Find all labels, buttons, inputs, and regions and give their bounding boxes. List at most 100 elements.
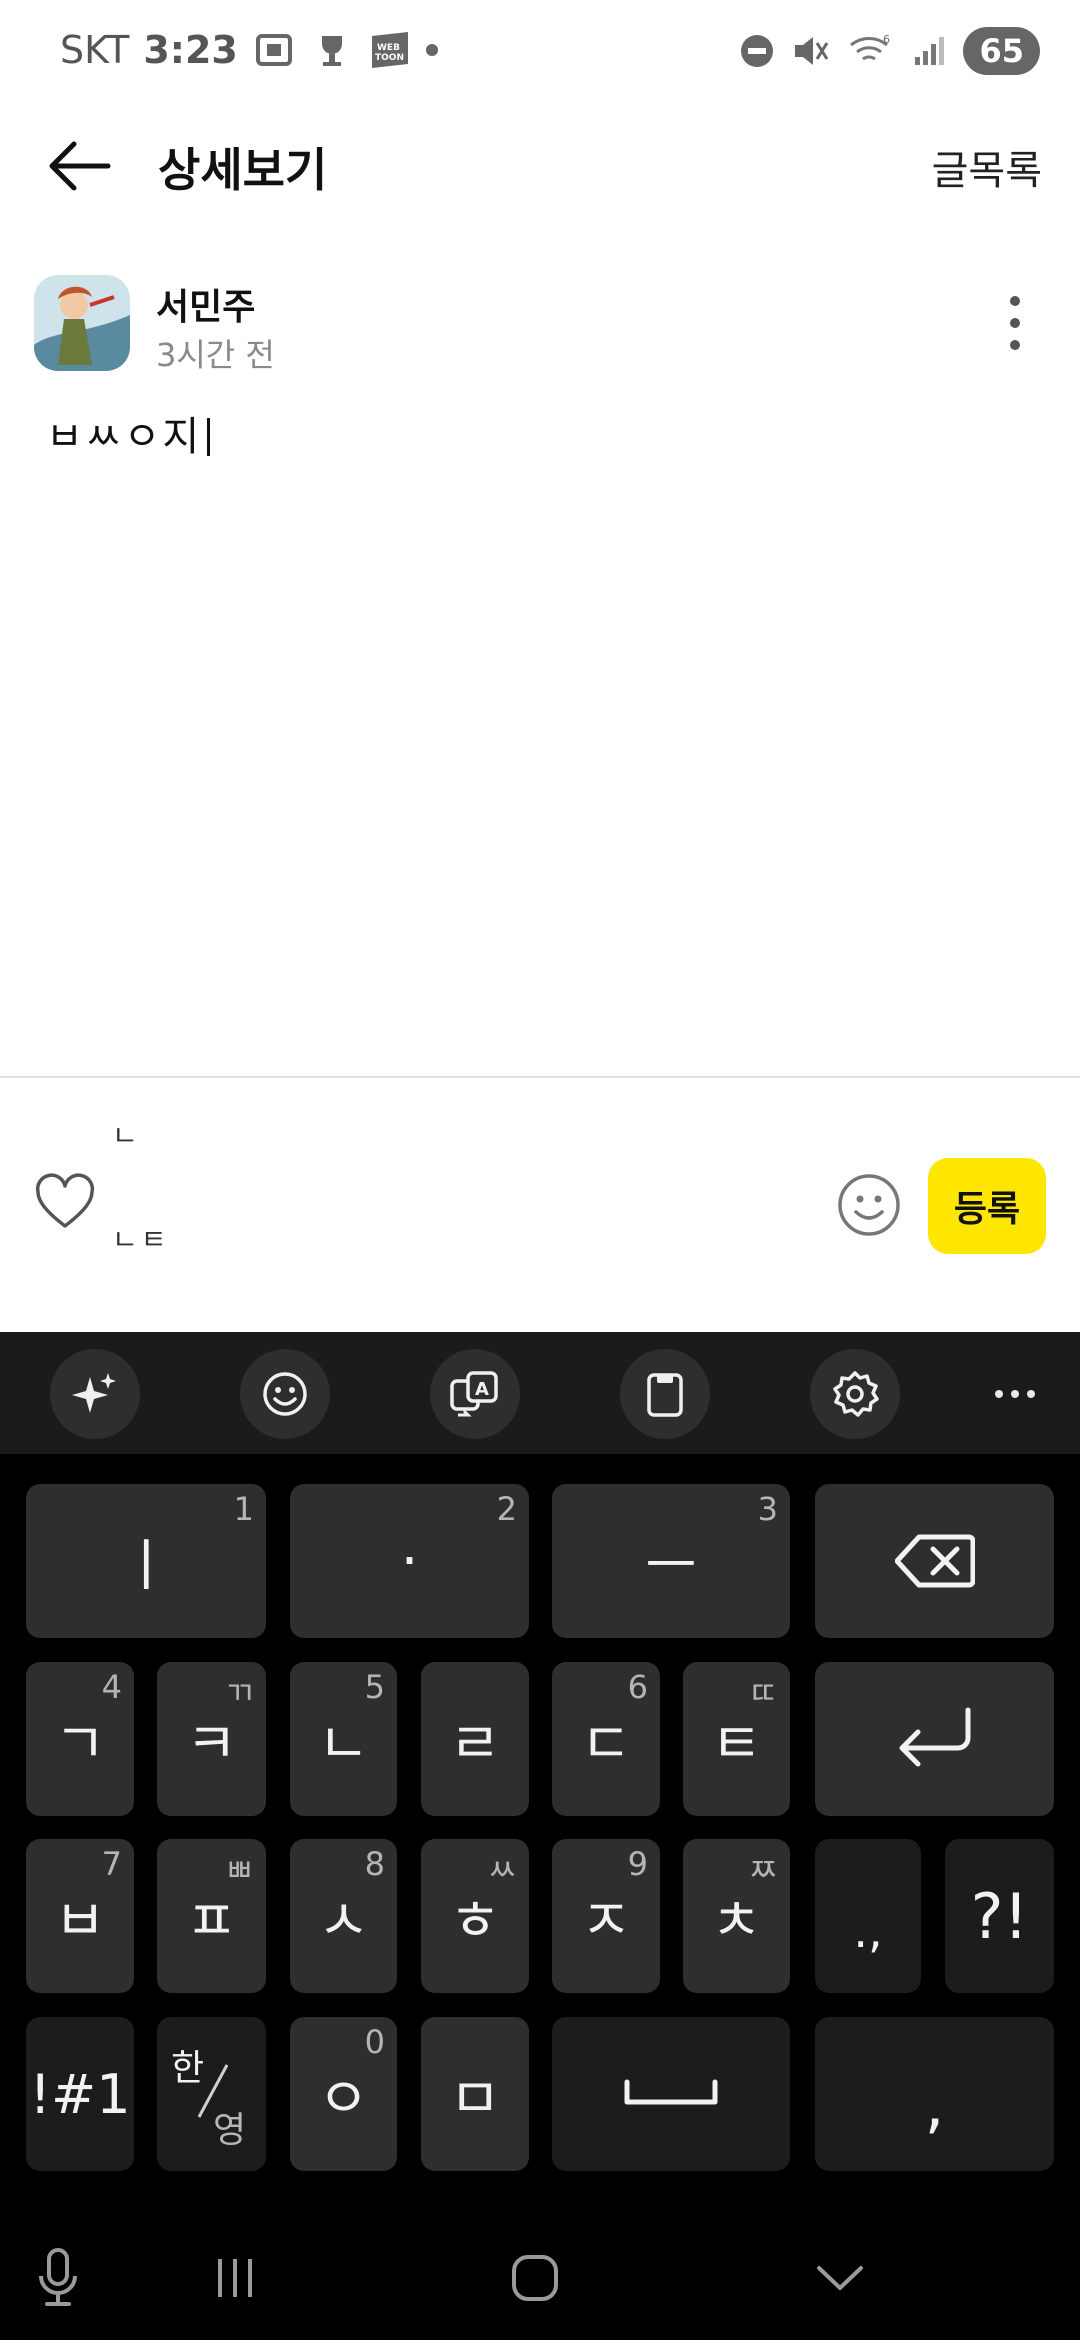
dnd-icon [741,35,774,67]
key-t[interactable]: ㄸㅌ [683,1662,790,1816]
key-d[interactable]: 6ㄷ [552,1662,660,1816]
key-hint: ㄸ [748,1674,778,1712]
home-icon[interactable] [495,2238,575,2318]
key-label: · [400,1528,419,1594]
translate-icon[interactable]: A [430,1349,520,1439]
key-ng[interactable]: 0ㅇ [290,2017,397,2171]
key-m[interactable]: ㅁ [421,2017,529,2171]
trophy-icon [321,36,342,66]
key-label: ㅁ [449,2066,501,2132]
key-period-comma[interactable]: ., [815,1839,921,1993]
author-name[interactable]: 서민주 [156,278,255,330]
backspace-icon [894,1534,975,1588]
ai-sparkle-icon[interactable] [50,1349,140,1439]
backspace-key[interactable] [815,1484,1054,1638]
screenshot-icon [255,34,292,66]
webtoon-icon: WEBTOON [371,32,408,68]
key-hint: 8 [364,1845,385,1883]
key-label: ., [853,1904,883,1958]
text-cursor [207,418,211,456]
key-label: , [924,2067,945,2141]
back-arrow-icon[interactable] [44,136,114,196]
enter-key[interactable] [815,1662,1054,1816]
emoticon-icon[interactable] [836,1172,902,1238]
key-lang-switch[interactable]: 한 영 [157,2017,266,2171]
svg-text:TOON: TOON [375,53,404,63]
more-icon[interactable] [970,1349,1060,1439]
svg-text:WEB: WEB [377,43,400,53]
key-label: ㄹ [449,1711,501,1777]
space-icon [624,2079,718,2105]
key-b[interactable]: 7ㅂ [26,1839,134,1993]
key-r[interactable]: ㄹ [421,1662,529,1816]
key-label: ?! [970,1879,1029,1953]
keyboard-toolbar [0,1332,1080,1454]
page-title: 상세보기 [158,143,328,197]
key-label: ㅂ [54,1888,106,1954]
key-symbols[interactable]: !#1 [26,2017,134,2171]
svg-text:A: A [475,1379,489,1400]
settings-icon[interactable] [810,1349,900,1439]
carrier-label: SKT [60,28,130,72]
recent-apps-icon[interactable] [195,2238,275,2318]
key-eu[interactable]: 3ㅡ [552,1484,790,1638]
key-hint: ㅆ [487,1851,517,1889]
key-label-yeong: 영 [213,2110,247,2151]
key-s[interactable]: 8ㅅ [290,1839,397,1993]
key-label: ㅇ [317,2066,370,2132]
key-i[interactable]: 1ㅣ [26,1484,266,1638]
avatar-illustration [34,275,130,371]
clock: 3:23 [143,28,238,72]
battery-indicator: 65 [963,27,1040,75]
mic-icon[interactable] [18,2238,98,2318]
key-hint: 4 [101,1668,122,1706]
key-hint: 1 [233,1490,254,1528]
more-options-icon[interactable] [1000,296,1030,350]
key-hint: ㅉ [748,1851,778,1889]
space-key[interactable] [552,2017,790,2171]
key-hint: ㄲ [224,1674,254,1712]
app-header: 상세보기 글목록 [0,100,1080,230]
key-label: ㄴ [317,1711,370,1777]
key-h[interactable]: ㅆㅎ [421,1839,529,1993]
author-avatar[interactable] [34,275,130,371]
clipboard-icon[interactable] [620,1349,710,1439]
key-hint: 0 [364,2023,385,2061]
post-list-link[interactable]: 글목록 [932,138,1042,196]
comment-bar [0,1078,1080,1330]
hide-keyboard-icon[interactable] [800,2238,880,2318]
key-label: ㅡ [645,1533,697,1599]
key-p[interactable]: ㅃㅍ [157,1839,266,1993]
key-label: ㅈ [580,1888,632,1954]
key-question-exclaim[interactable]: ?! [945,1839,1054,1993]
post-body-text: ㅂㅆㅇ지 [46,414,202,460]
key-dot[interactable]: 2 · [290,1484,529,1638]
key-hint: 6 [627,1668,648,1706]
heart-icon[interactable] [34,1172,96,1234]
key-hint: 5 [364,1668,385,1706]
key-label: ㅣ [120,1533,172,1599]
key-j[interactable]: 9ㅈ [552,1839,660,1993]
key-hint: 9 [627,1845,648,1883]
key-hint: ㅃ [224,1851,254,1889]
svg-text:6: 6 [883,33,890,46]
key-hint: 3 [757,1490,778,1528]
keyboard: 1ㅣ 2 · 3ㅡ 4ㄱ ㄲㅋ 5ㄴ ㄹ 6ㄷ ㄸㅌ 7ㅂ ㅃㅍ 8ㅅ ㅆㅎ 9ㅈ… [0,1454,1080,2212]
comment-input-line[interactable]: ㄴㅌ [112,1218,170,1258]
mute-icon [795,37,829,65]
key-comma[interactable]: , [815,2017,1054,2171]
key-hint: 7 [101,1845,122,1883]
key-ch[interactable]: ㅉㅊ [683,1839,790,1993]
emoji-icon[interactable] [240,1349,330,1439]
comment-input-line[interactable]: ㄴ [112,1114,138,1154]
signal-icon [915,37,945,65]
key-n[interactable]: 5ㄴ [290,1662,397,1816]
key-label: ㄱ [54,1711,106,1777]
notification-dot-icon [425,44,438,56]
key-hint: 2 [496,1490,517,1528]
status-bar: SKT 3:23 WEB TOON 6 65 [0,0,1080,100]
submit-comment-button[interactable]: 등록 [928,1158,1046,1254]
key-g[interactable]: 4ㄱ [26,1662,134,1816]
enter-icon [899,1707,970,1767]
key-k[interactable]: ㄲㅋ [157,1662,266,1816]
